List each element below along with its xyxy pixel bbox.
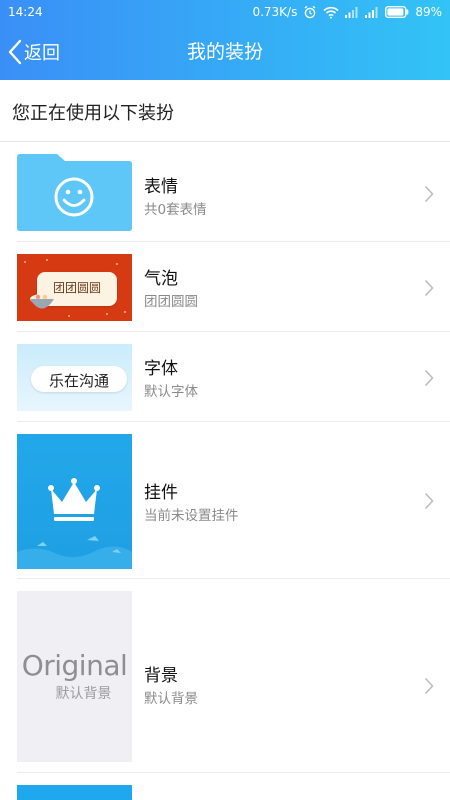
item-subtitle: 默认字体 — [144, 384, 198, 400]
font-thumbnail: 乐在沟通 — [17, 344, 132, 411]
item-subtitle: 共0套表情 — [144, 202, 207, 218]
network-speed: 0.73K/s — [252, 5, 298, 19]
bubble-thumbnail: 团团圆圆 — [17, 254, 132, 321]
background-original-text: Original — [21, 649, 128, 682]
alarm-icon — [304, 5, 316, 19]
list-item-bubble[interactable]: 团团圆圆 气泡 团团圆圆 — [0, 242, 450, 332]
font-preview: 乐在沟通 — [31, 366, 127, 392]
list-item-pendant[interactable]: 挂件 当前未设置挂件 — [0, 422, 450, 579]
chevron-right-icon — [424, 492, 434, 510]
pendant-thumbnail — [17, 434, 132, 569]
status-bar: 14:24 0.73K/s 89% — [0, 0, 450, 24]
wifi-icon — [323, 6, 339, 19]
rice-bowl-icon — [30, 294, 54, 309]
page-title: 我的装扮 — [186, 41, 263, 63]
status-time: 14:24 — [8, 5, 43, 19]
status-icons: 0.73K/s 89% — [252, 0, 442, 24]
signal-icon — [365, 7, 378, 18]
list-item-font[interactable]: 乐在沟通 字体 默认字体 — [0, 332, 450, 422]
item-title: 背景 — [144, 666, 178, 686]
item-title: 字体 — [144, 359, 178, 379]
item-title: 气泡 — [144, 269, 178, 289]
section-header: 您正在使用以下装扮 — [0, 80, 450, 142]
battery-icon — [385, 6, 409, 18]
list-item-background[interactable]: Original 默认背景 背景 默认背景 — [0, 579, 450, 773]
signal-icon — [345, 7, 358, 18]
chevron-right-icon — [424, 369, 434, 387]
chevron-right-icon — [424, 677, 434, 695]
list-item-expression[interactable]: 表情 共0套表情 — [0, 142, 450, 242]
background-thumbnail: Original 默认背景 — [17, 591, 132, 762]
expression-thumbnail — [17, 154, 132, 231]
item-title: 表情 — [144, 177, 178, 197]
partial-thumbnail — [17, 785, 132, 800]
folder-smiley-icon — [17, 154, 132, 231]
item-title: 挂件 — [144, 483, 178, 503]
crown-icon — [17, 478, 132, 569]
item-subtitle: 团团圆圆 — [144, 294, 198, 310]
chevron-right-icon — [424, 185, 434, 203]
font-preview-text: 乐在沟通 — [48, 372, 109, 390]
item-subtitle: 当前未设置挂件 — [144, 508, 239, 524]
list-item-partial[interactable] — [0, 773, 450, 800]
title-bar: 返回 我的装扮 — [0, 24, 450, 80]
background-default-text: 默认背景 — [55, 686, 112, 702]
battery-level: 89% — [415, 5, 442, 19]
item-subtitle: 默认背景 — [144, 691, 198, 707]
chevron-right-icon — [424, 279, 434, 297]
app-header: 14:24 0.73K/s 89% 返回 我的装扮 — [0, 0, 450, 80]
section-title: 您正在使用以下装扮 — [12, 103, 174, 124]
